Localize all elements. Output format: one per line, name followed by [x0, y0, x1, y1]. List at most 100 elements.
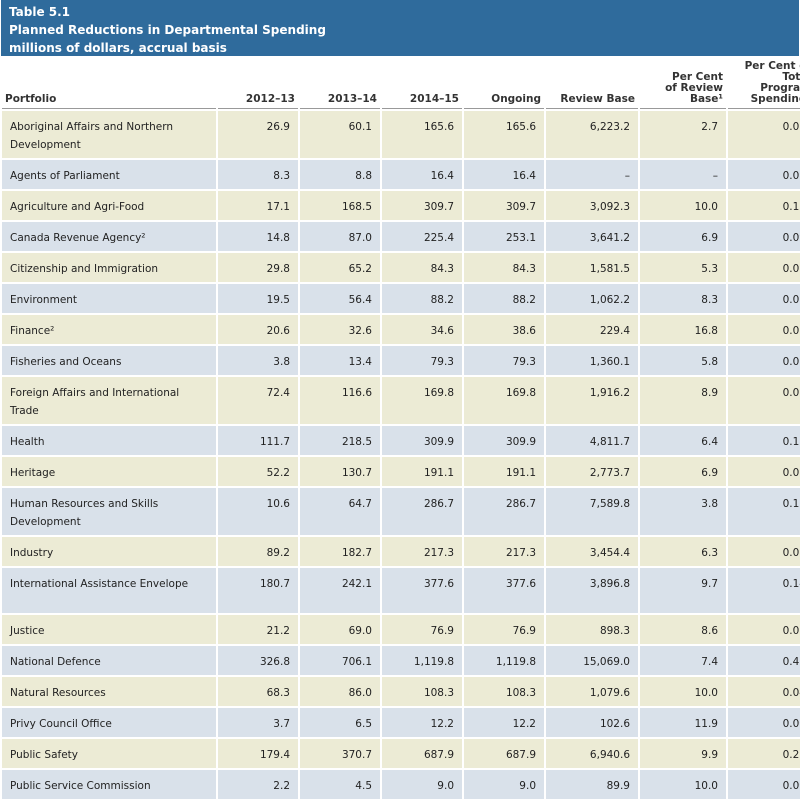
col-header-pct-total-spending: Per Cent of Total Program Spending¹	[728, 59, 800, 109]
portfolio-cell: Foreign Affairs and International Trade	[2, 377, 216, 424]
cell-pct-review-base: 10.0	[640, 770, 726, 799]
cell-review-base: 1,062.2	[546, 284, 638, 313]
table-row: Public Safety 179.4 370.7 687.9 687.9 6,…	[2, 739, 800, 768]
cell-pct-total: 0.12	[728, 191, 800, 220]
cell-ongoing: 9.0	[464, 770, 544, 799]
cell-2013-14: 13.4	[300, 346, 380, 375]
col-header-2014-15: 2014–15	[382, 59, 462, 109]
cell-2014-15: 108.3	[382, 677, 462, 706]
table-row: Aboriginal Affairs and Northern Developm…	[2, 111, 800, 158]
cell-2013-14: 706.1	[300, 646, 380, 675]
cell-pct-total: 0.03	[728, 253, 800, 282]
cell-2013-14: 370.7	[300, 739, 380, 768]
cell-pct-total: 0.06	[728, 111, 800, 158]
cell-pct-review-base: 6.9	[640, 457, 726, 486]
table-row: Natural Resources 68.3 86.0 108.3 108.3 …	[2, 677, 800, 706]
cell-pct-review-base: 11.9	[640, 708, 726, 737]
cell-ongoing: 76.9	[464, 615, 544, 644]
cell-ongoing: 687.9	[464, 739, 544, 768]
cell-2014-15: 16.4	[382, 160, 462, 189]
cell-pct-review-base: 10.0	[640, 677, 726, 706]
cell-pct-review-base: 6.4	[640, 426, 726, 455]
cell-2013-14: 218.5	[300, 426, 380, 455]
table-row: Privy Council Office 3.7 6.5 12.2 12.2 1…	[2, 708, 800, 737]
cell-2014-15: 1,119.8	[382, 646, 462, 675]
cell-2012-13: 3.8	[218, 346, 298, 375]
portfolio-cell: Justice	[2, 615, 216, 644]
table-row: Canada Revenue Agency² 14.8 87.0 225.4 2…	[2, 222, 800, 251]
col-header-portfolio: Portfolio	[2, 59, 216, 109]
cell-2013-14: 130.7	[300, 457, 380, 486]
cell-review-base: 3,896.8	[546, 568, 638, 613]
cell-2012-13: 72.4	[218, 377, 298, 424]
cell-2012-13: 10.6	[218, 488, 298, 535]
cell-ongoing: 309.9	[464, 426, 544, 455]
cell-2012-13: 20.6	[218, 315, 298, 344]
cell-ongoing: 38.6	[464, 315, 544, 344]
cell-2013-14: 60.1	[300, 111, 380, 158]
cell-2012-13: 89.2	[218, 537, 298, 566]
cell-pct-total: 0.26	[728, 739, 800, 768]
cell-ongoing: 165.6	[464, 111, 544, 158]
cell-ongoing: 108.3	[464, 677, 544, 706]
portfolio-cell: Fisheries and Oceans	[2, 346, 216, 375]
col-header-2012-13: 2012–13	[218, 59, 298, 109]
cell-2012-13: 26.9	[218, 111, 298, 158]
cell-2014-15: 225.4	[382, 222, 462, 251]
cell-2013-14: 182.7	[300, 537, 380, 566]
cell-pct-total: 0.04	[728, 677, 800, 706]
cell-pct-review-base: 5.3	[640, 253, 726, 282]
cell-review-base: 1,581.5	[546, 253, 638, 282]
cell-2013-14: 168.5	[300, 191, 380, 220]
table-row: Industry 89.2 182.7 217.3 217.3 3,454.4 …	[2, 537, 800, 566]
table-title: Planned Reductions in Departmental Spend…	[9, 23, 326, 37]
cell-2014-15: 217.3	[382, 537, 462, 566]
cell-review-base: 2,773.7	[546, 457, 638, 486]
col-header-2013-14: 2013–14	[300, 59, 380, 109]
cell-2012-13: 52.2	[218, 457, 298, 486]
cell-2013-14: 56.4	[300, 284, 380, 313]
cell-pct-total: 0.09	[728, 222, 800, 251]
cell-2013-14: 32.6	[300, 315, 380, 344]
portfolio-cell: Human Resources and Skills Development	[2, 488, 216, 535]
col-header-pct-total-line4: Spending¹	[750, 93, 800, 105]
cell-pct-total: 0.14	[728, 568, 800, 613]
portfolio-cell: International Assistance Envelope	[2, 568, 216, 613]
cell-pct-total: 0.03	[728, 284, 800, 313]
cell-pct-review-base: 7.4	[640, 646, 726, 675]
table-subtitle: millions of dollars, accrual basis	[9, 41, 227, 55]
cell-2013-14: 242.1	[300, 568, 380, 613]
cell-review-base: 6,223.2	[546, 111, 638, 158]
cell-ongoing: 169.8	[464, 377, 544, 424]
table-caption: Table 5.1 Planned Reductions in Departme…	[1, 0, 799, 56]
portfolio-cell: National Defence	[2, 646, 216, 675]
cell-2012-13: 17.1	[218, 191, 298, 220]
cell-ongoing: 191.1	[464, 457, 544, 486]
table-row: International Assistance Envelope 180.7 …	[2, 568, 800, 613]
cell-2012-13: 180.7	[218, 568, 298, 613]
cell-2012-13: 68.3	[218, 677, 298, 706]
cell-pct-total: 0.06	[728, 377, 800, 424]
cell-2014-15: 286.7	[382, 488, 462, 535]
cell-2013-14: 6.5	[300, 708, 380, 737]
cell-pct-total: 0.01	[728, 315, 800, 344]
cell-pct-review-base: 8.6	[640, 615, 726, 644]
cell-2013-14: 116.6	[300, 377, 380, 424]
cell-pct-review-base: –	[640, 160, 726, 189]
cell-2012-13: 111.7	[218, 426, 298, 455]
cell-pct-review-base: 8.3	[640, 284, 726, 313]
cell-2014-15: 687.9	[382, 739, 462, 768]
cell-pct-review-base: 10.0	[640, 191, 726, 220]
table-row: National Defence 326.8 706.1 1,119.8 1,1…	[2, 646, 800, 675]
cell-pct-total: 0.12	[728, 426, 800, 455]
reductions-table: Portfolio 2012–13 2013–14 2014–15 Ongoin…	[0, 57, 800, 801]
cell-2013-14: 4.5	[300, 770, 380, 799]
cell-pct-total: 0.11	[728, 488, 800, 535]
portfolio-cell: Industry	[2, 537, 216, 566]
cell-2014-15: 34.6	[382, 315, 462, 344]
portfolio-cell: Privy Council Office	[2, 708, 216, 737]
cell-2014-15: 9.0	[382, 770, 462, 799]
header-row: Portfolio 2012–13 2013–14 2014–15 Ongoin…	[2, 59, 800, 109]
cell-ongoing: 217.3	[464, 537, 544, 566]
cell-review-base: 1,079.6	[546, 677, 638, 706]
